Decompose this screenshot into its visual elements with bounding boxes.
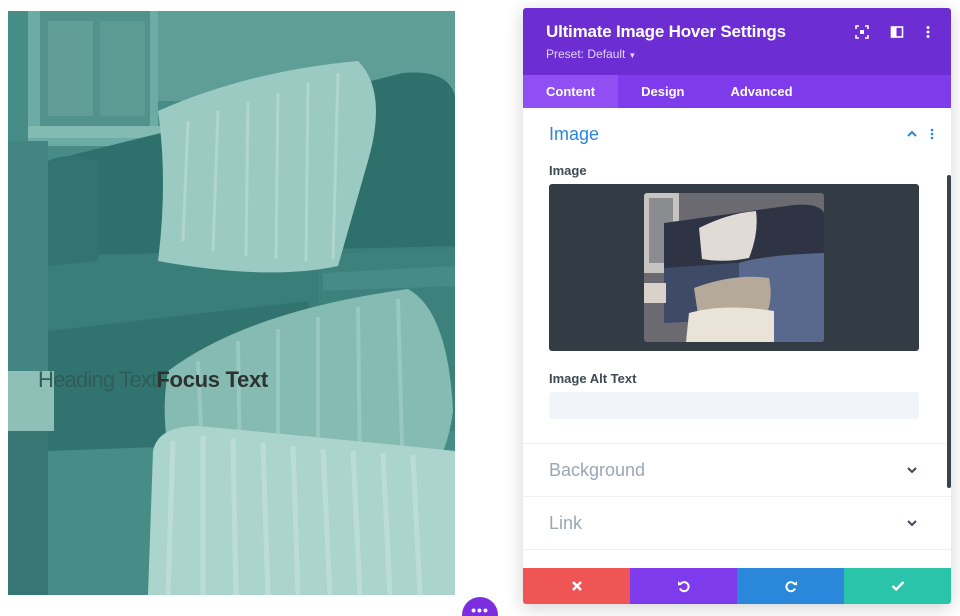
- preset-dropdown[interactable]: Preset: Default ▼: [546, 47, 636, 61]
- page: Heading TextFocus Text ••• Ultimate Imag…: [0, 0, 960, 616]
- focus-text: Focus Text: [156, 367, 268, 392]
- panel-body: Image Image Image Alt Text Background Li…: [523, 108, 951, 571]
- redo-button[interactable]: [737, 568, 844, 604]
- section-dots-icon[interactable]: [926, 128, 938, 140]
- panel-footer: [523, 568, 951, 604]
- save-button[interactable]: [844, 568, 951, 604]
- link-section-title: Link: [549, 513, 583, 533]
- thumbnail-photo: [644, 193, 824, 342]
- x-icon: [571, 581, 582, 591]
- panel-scrollbar[interactable]: [947, 175, 951, 488]
- caret-down-icon: ▼: [628, 51, 637, 60]
- heading-text: Heading Text: [38, 367, 157, 392]
- tab-design[interactable]: Design: [618, 75, 707, 108]
- image-section: Image Image Image Alt Text: [523, 108, 951, 444]
- settings-tabs: Content Design Advanced: [523, 75, 951, 108]
- redo-icon: [784, 581, 797, 593]
- chevron-down-icon[interactable]: [906, 517, 918, 529]
- image-section-title[interactable]: Image: [549, 124, 599, 145]
- chevron-up-icon[interactable]: [906, 128, 918, 140]
- expand-icon[interactable]: [855, 25, 869, 39]
- check-icon: [891, 581, 904, 592]
- image-hover-preview[interactable]: Heading TextFocus Text: [8, 11, 455, 595]
- background-section[interactable]: Background: [523, 444, 951, 497]
- panel-header: Ultimate Image Hover Settings Preset: De…: [523, 8, 951, 75]
- vertical-dots-icon[interactable]: [921, 25, 935, 39]
- tab-content[interactable]: Content: [523, 75, 619, 108]
- settings-panel: Ultimate Image Hover Settings Preset: De…: [523, 8, 951, 604]
- image-upload-field[interactable]: [549, 184, 919, 351]
- undo-button[interactable]: [630, 568, 737, 604]
- image-field-label: Image: [549, 163, 587, 178]
- link-section[interactable]: Link: [523, 497, 951, 550]
- alt-text-label: Image Alt Text: [549, 371, 637, 386]
- tab-advanced[interactable]: Advanced: [707, 75, 815, 108]
- chevron-down-icon[interactable]: [906, 464, 918, 476]
- undo-icon: [677, 581, 690, 593]
- background-section-title: Background: [549, 460, 646, 480]
- image-thumbnail: [644, 193, 824, 342]
- discard-button[interactable]: [523, 568, 630, 604]
- alt-text-input[interactable]: [549, 392, 919, 419]
- preset-label: Preset: Default: [546, 47, 626, 61]
- preview-photo: [8, 11, 455, 595]
- more-options-button[interactable]: •••: [462, 597, 498, 616]
- split-layout-icon[interactable]: [890, 25, 904, 39]
- hover-text: Heading TextFocus Text: [38, 367, 268, 393]
